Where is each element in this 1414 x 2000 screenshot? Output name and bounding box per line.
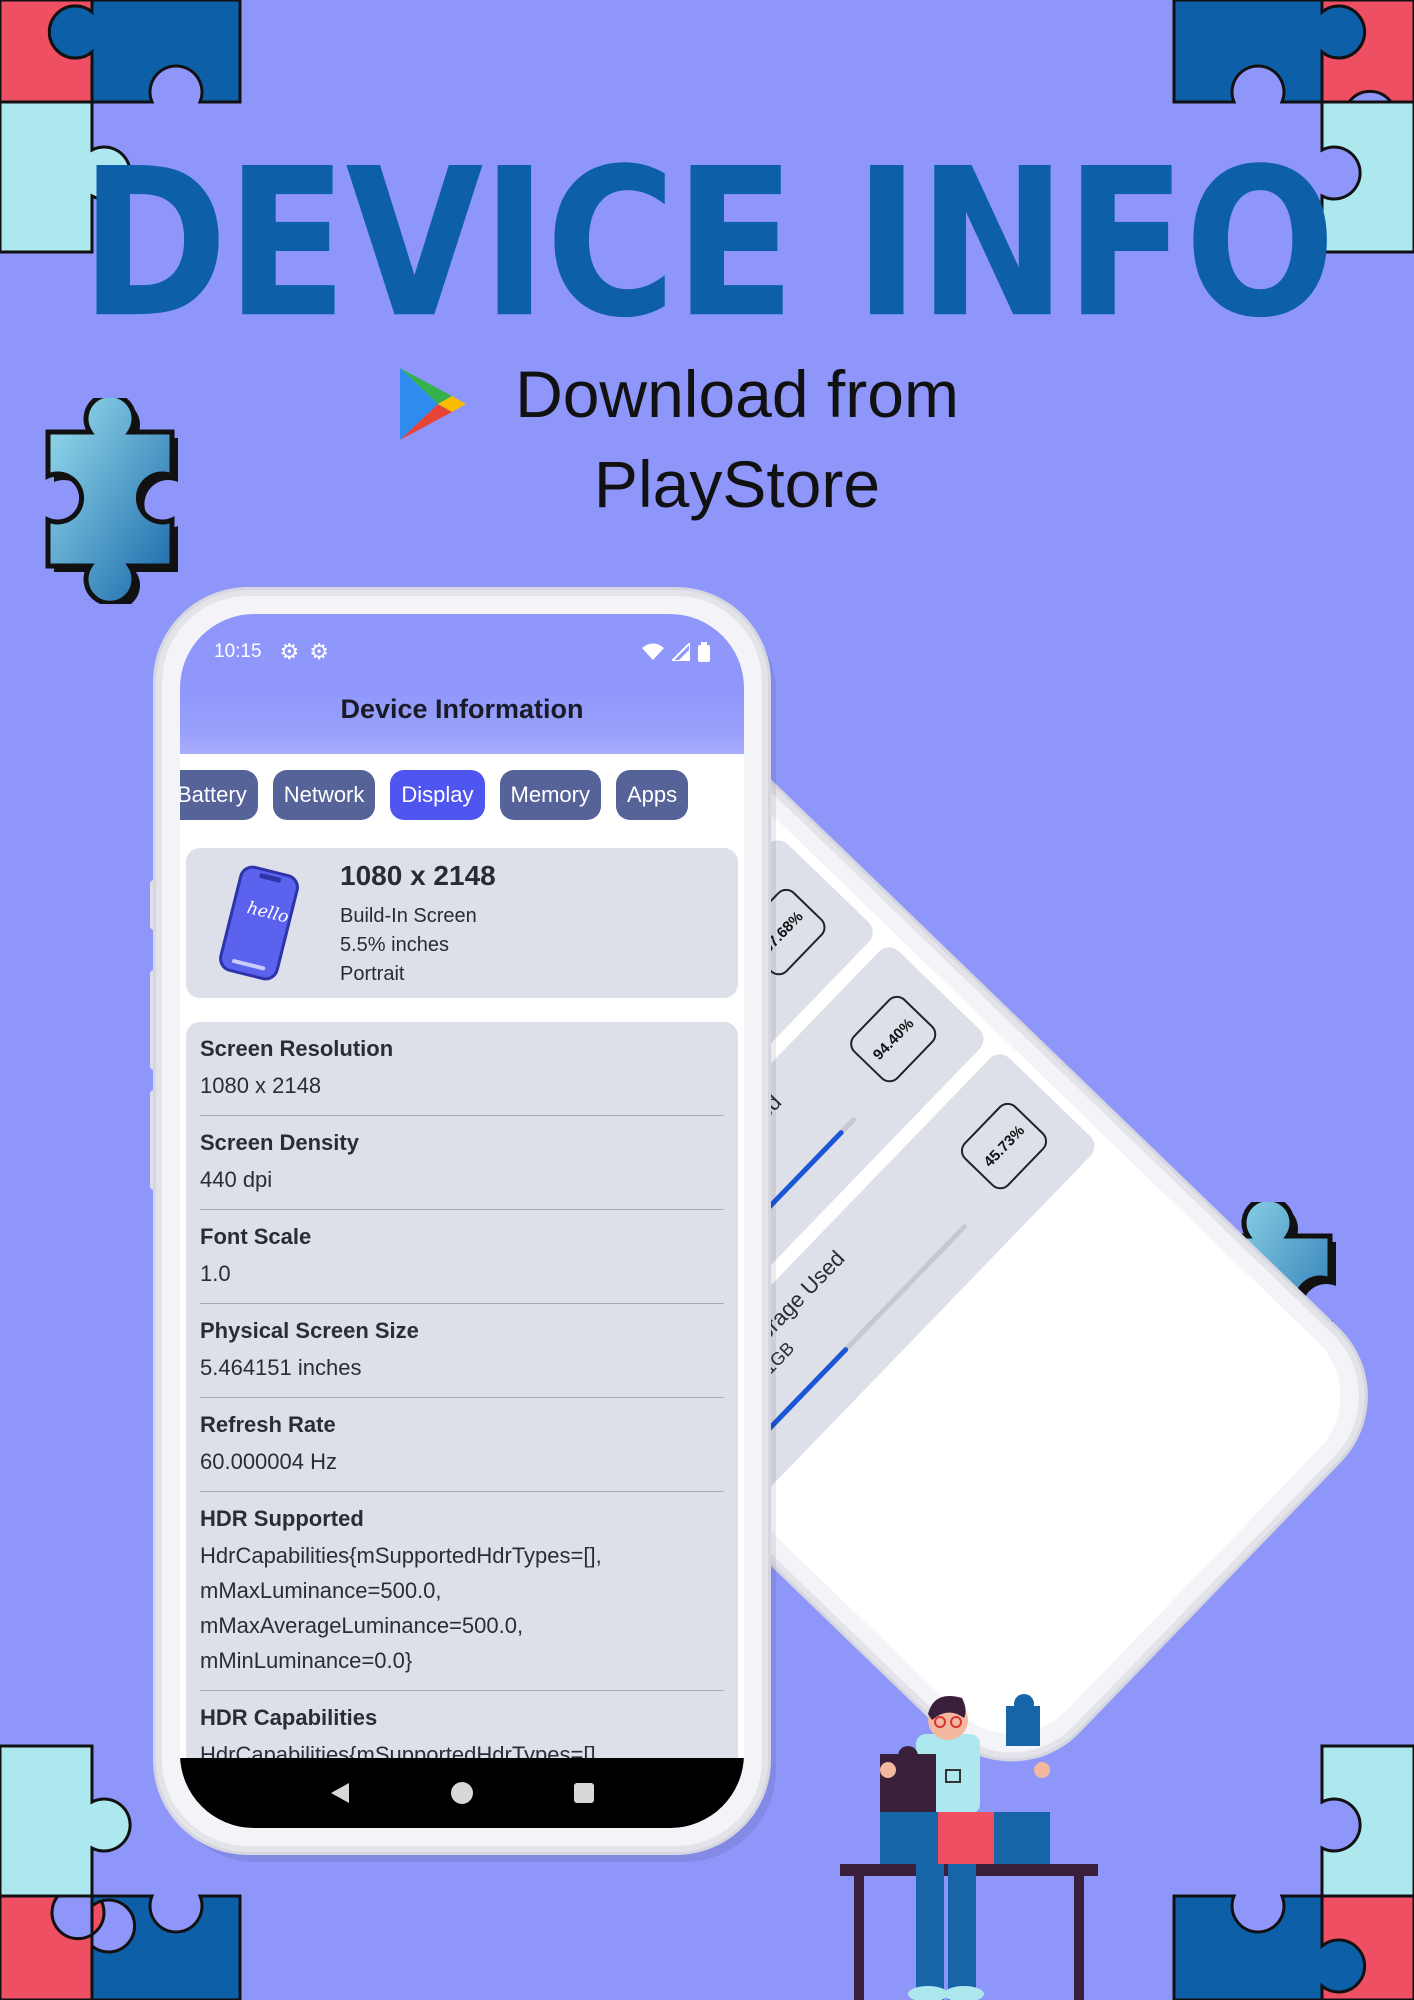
recents-icon[interactable] (573, 1782, 595, 1804)
detail-value: 1.0 (200, 1256, 724, 1291)
tab-display[interactable]: Display (390, 770, 485, 820)
phone-icon: hello (219, 865, 299, 981)
memory-percent-badge: 45.73% (955, 1097, 1053, 1195)
detail-label: HDR Supported (200, 1506, 364, 1531)
display-summary-card: hello 1080 x 2148 Build-In Screen 5.5% i… (186, 848, 738, 998)
download-line-2: PlayStore (593, 447, 881, 521)
back-icon[interactable] (329, 1781, 351, 1805)
detail-label: Refresh Rate (200, 1412, 336, 1437)
download-line-1: Download from (515, 357, 959, 431)
detail-label: Font Scale (200, 1224, 312, 1249)
wifi-icon (642, 643, 664, 660)
tab-memory[interactable]: Memory (499, 770, 601, 820)
detail-label: Physical Screen Size (200, 1318, 419, 1343)
signal-icon (672, 643, 690, 661)
navigation-bar (180, 1758, 744, 1828)
settings-icon: ⚙ (309, 639, 330, 664)
download-text: Download from PlayStore (0, 356, 1414, 522)
detail-row: Screen Resolution 1080 x 2148 (200, 1022, 724, 1116)
home-icon[interactable] (450, 1781, 474, 1805)
detail-value-line: mMaxLuminance=500.0, (200, 1578, 442, 1603)
person-illustration (840, 1694, 1098, 2000)
detail-label: Screen Resolution (200, 1036, 394, 1061)
detail-value: 5.464151 inches (200, 1350, 724, 1385)
tab-network[interactable]: Network (272, 770, 376, 820)
front-phone: 10:15 ⚙ ⚙ Device Information Battery Netw… (156, 590, 768, 1852)
detail-value-line: HdrCapabilities{mSupportedHdrTypes=[], (200, 1543, 602, 1568)
detail-value: HdrCapabilities{mSupportedHdrTypes=[], mM… (200, 1538, 724, 1678)
detail-row: Refresh Rate 60.000004 Hz (200, 1398, 724, 1492)
memory-progress-bar (744, 1223, 968, 1454)
detail-value-line: 1080 x 2148 (200, 1073, 322, 1098)
detail-value-line: 60.000004 Hz (200, 1449, 337, 1474)
detail-value-line: mMinLuminance=0.0} (200, 1648, 413, 1673)
status-bar: 10:15 ⚙ ⚙ (180, 614, 744, 690)
battery-icon (698, 642, 710, 662)
detail-value: 440 dpi (200, 1162, 724, 1197)
summary-meta: Build-In Screen 5.5% inches Portrait (340, 902, 477, 989)
status-time: 10:15 (214, 641, 262, 662)
detail-row: HDR Supported HdrCapabilities{mSupportedH… (200, 1492, 724, 1691)
summary-size: 5.5% inches (340, 934, 449, 956)
tab-battery[interactable]: Battery (180, 770, 258, 820)
puzzle-piece-right-icon (1203, 1202, 1336, 1408)
poster-title: DEVICE INFO (80, 124, 1336, 363)
detail-label: Screen Density (200, 1130, 359, 1155)
detail-value-line: mMaxAverageLuminance=500.0, (200, 1613, 524, 1638)
detail-value-line: 1.0 (200, 1261, 231, 1286)
tab-bar: Battery Network Display Memory Apps (180, 754, 744, 840)
detail-row: Font Scale 1.0 (200, 1210, 724, 1304)
detail-value: 1080 x 2148 (200, 1068, 724, 1103)
memory-percent-badge: 94.40% (845, 990, 942, 1088)
detail-value-line: 5.464151 inches (200, 1355, 362, 1380)
corner-puzzle-bottom-right (1172, 1744, 1414, 2000)
detail-row: Screen Density 440 dpi (200, 1116, 724, 1210)
gear-icon: ⚙ (279, 639, 300, 664)
detail-row: Physical Screen Size 5.464151 inches (200, 1304, 724, 1398)
tab-apps[interactable]: Apps (615, 770, 689, 820)
summary-screen-type: Build-In Screen (340, 905, 477, 927)
summary-resolution: 1080 x 2148 (340, 860, 496, 891)
front-phone-screen: 10:15 ⚙ ⚙ Device Information Battery Netw… (180, 614, 744, 1828)
detail-value-line: 440 dpi (200, 1167, 273, 1192)
summary-orientation: Portrait (340, 963, 405, 985)
detail-value: 60.000004 Hz (200, 1444, 724, 1479)
app-header-title: Device Information (180, 690, 744, 754)
detail-label: HDR Capabilities (200, 1705, 378, 1730)
display-details-card: Screen Resolution 1080 x 2148 Screen Densi… (186, 1022, 738, 1819)
